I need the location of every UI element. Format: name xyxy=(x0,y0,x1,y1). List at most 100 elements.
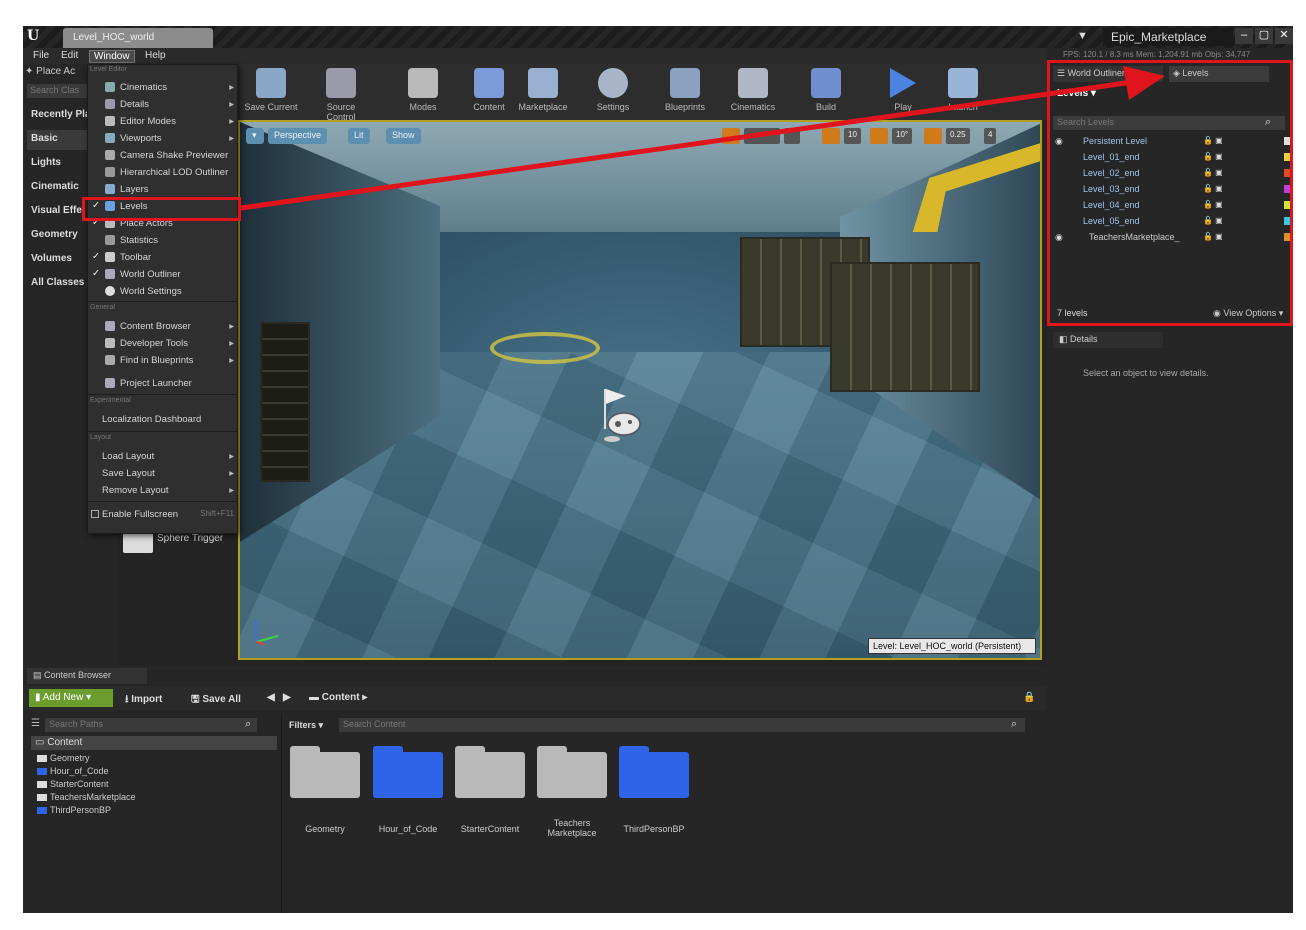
marketplace-button[interactable]: Marketplace xyxy=(513,66,573,118)
rotation-snap-value[interactable]: 10° xyxy=(892,128,913,144)
menu-item-content-browser[interactable]: Content Browser ▸ xyxy=(88,318,237,335)
filters-button[interactable]: Filters ▾ xyxy=(289,720,323,731)
tab-content-browser[interactable]: ▤ Content Browser xyxy=(27,668,147,684)
menu-item-statistics[interactable]: Statistics xyxy=(88,232,237,249)
player-start-icon[interactable] xyxy=(596,384,646,444)
menu-item-load-layout[interactable]: Load Layout ▸ xyxy=(88,448,237,465)
play-icon xyxy=(890,68,916,98)
tree-item[interactable]: Hour_of_Code xyxy=(37,766,109,776)
menu-item-developer-tools[interactable]: Developer Tools ▸ xyxy=(88,335,237,352)
grid-snap-value[interactable]: 10 xyxy=(844,128,861,144)
cinematics-button[interactable]: Cinematics xyxy=(723,66,783,118)
goal-ring xyxy=(490,332,600,364)
perspective-button[interactable]: Perspective xyxy=(268,128,328,144)
fullscreen-checkbox[interactable] xyxy=(91,510,99,518)
content-browser-icon xyxy=(105,321,115,331)
menu-item-label: Hierarchical LOD Outliner xyxy=(120,167,229,178)
tree-item[interactable]: ThirdPersonBP xyxy=(37,805,111,815)
save-all-button[interactable]: 🖫 Save All xyxy=(191,692,241,709)
minimize-button[interactable]: – xyxy=(1235,28,1253,44)
menu-item-details[interactable]: Details ▸ xyxy=(88,96,237,113)
menu-item-layers[interactable]: Layers xyxy=(88,181,237,198)
folder-geometry[interactable] xyxy=(290,746,360,798)
perspective-label: Perspective xyxy=(274,130,322,140)
details-icon xyxy=(105,99,115,109)
build-button[interactable]: Build xyxy=(796,66,856,118)
menu-item-save-layout[interactable]: Save Layout ▸ xyxy=(88,465,237,482)
lit-button[interactable]: Lit xyxy=(348,128,370,144)
search-content-input[interactable]: Search Content xyxy=(339,718,1025,732)
add-new-button[interactable]: ▮ Add New ▾ xyxy=(29,689,113,707)
grid-snap-toggle[interactable] xyxy=(822,128,840,144)
close-button[interactable]: ✕ xyxy=(1275,28,1293,44)
submenu-arrow-icon: ▸ xyxy=(229,451,234,462)
menu-item-toolbar[interactable]: ✓ Toolbar xyxy=(88,249,237,266)
maximize-button[interactable]: ▢ xyxy=(1255,28,1273,44)
level-tab[interactable]: Level_HOC_world xyxy=(63,28,213,48)
path-breadcrumb[interactable]: ▬ Content ▸ xyxy=(309,692,367,703)
sources-toggle-icon[interactable]: ☰ xyxy=(31,718,40,729)
marketplace-filter-icon[interactable]: ▼ xyxy=(1077,30,1088,42)
play-button[interactable]: Play xyxy=(873,66,933,118)
menu-window[interactable]: Window xyxy=(89,50,135,63)
submenu-arrow-icon: ▸ xyxy=(229,355,234,366)
menu-item-find-in-blueprints[interactable]: Find in Blueprints ▸ xyxy=(88,352,237,369)
folder-third-person-bp[interactable] xyxy=(619,746,689,798)
folder-label: Geometry xyxy=(305,824,345,834)
folder-hour-of-code[interactable] xyxy=(373,746,443,798)
tab-label: Details xyxy=(1070,334,1098,344)
rotation-snap-toggle[interactable] xyxy=(870,128,888,144)
launch-button[interactable]: Launch xyxy=(933,66,993,118)
class-search-input[interactable]: Search Clas xyxy=(27,84,87,98)
crate[interactable] xyxy=(830,262,980,392)
menu-help[interactable]: Help xyxy=(141,50,170,63)
save-current-button[interactable]: Save Current xyxy=(241,66,301,118)
show-button[interactable]: Show xyxy=(386,128,421,144)
history-back-button[interactable]: ◀ xyxy=(267,692,275,703)
menu-item-hlod[interactable]: Hierarchical LOD Outliner xyxy=(88,164,237,181)
menu-item-localization-dashboard[interactable]: Localization Dashboard xyxy=(88,411,237,428)
modes-button[interactable]: Modes xyxy=(393,66,453,118)
folder-teachers-marketplace[interactable] xyxy=(537,746,607,798)
tree-root-content[interactable]: ▭ Content xyxy=(31,736,277,750)
tree-item[interactable]: StarterContent xyxy=(37,779,109,789)
sphere-trigger-label[interactable]: Sphere Trigger xyxy=(157,533,223,544)
build-icon xyxy=(811,68,841,98)
menu-item-viewports[interactable]: Viewports ▸ xyxy=(88,130,237,147)
surface-snap-icon[interactable] xyxy=(784,128,800,144)
blueprints-button[interactable]: Blueprints xyxy=(655,66,715,118)
import-button[interactable]: ⭳ Import xyxy=(125,692,162,709)
menu-edit[interactable]: Edit xyxy=(57,50,82,63)
menu-file[interactable]: File xyxy=(29,50,53,63)
viewport-options-button[interactable]: ▾ xyxy=(246,128,264,144)
world-local-toggle[interactable] xyxy=(744,128,780,144)
menu-item-editor-modes[interactable]: Editor Modes ▸ xyxy=(88,113,237,130)
search-paths-input[interactable]: Search Paths xyxy=(45,718,257,732)
scale-snap-value[interactable]: 0.25 xyxy=(946,128,970,144)
menu-item-project-launcher[interactable]: Project Launcher xyxy=(88,375,237,392)
scale-snap-toggle[interactable] xyxy=(924,128,942,144)
lit-label: Lit xyxy=(354,130,364,140)
menu-item-world-settings[interactable]: World Settings xyxy=(88,283,237,300)
menu-item-cinematics[interactable]: Cinematics ▸ xyxy=(88,79,237,96)
menu-item-label: Remove Layout xyxy=(102,485,169,496)
folder-starter-content[interactable] xyxy=(455,746,525,798)
level-viewport[interactable]: ▾ Perspective Lit Show 10 10° 0.25 4 Lev… xyxy=(238,120,1042,660)
camera-speed-value[interactable]: 4 xyxy=(984,128,997,144)
translate-tool-icon[interactable] xyxy=(722,128,740,144)
content-button[interactable]: Content xyxy=(459,66,519,118)
lock-icon[interactable]: 🔒 xyxy=(1023,692,1035,703)
crate[interactable] xyxy=(260,322,310,482)
menu-item-world-outliner[interactable]: ✓ World Outliner xyxy=(88,266,237,283)
source-control-icon xyxy=(326,68,356,98)
tab-details[interactable]: ◧ Details xyxy=(1053,332,1163,348)
menu-item-remove-layout[interactable]: Remove Layout ▸ xyxy=(88,482,237,499)
menu-item-label: World Settings xyxy=(120,286,182,297)
tree-item[interactable]: Geometry xyxy=(37,753,90,763)
settings-button[interactable]: Settings xyxy=(583,66,643,118)
menu-item-camera-shake[interactable]: Camera Shake Previewer xyxy=(88,147,237,164)
menu-item-enable-fullscreen[interactable]: Enable Fullscreen Shift+F11 xyxy=(88,506,237,523)
history-forward-button[interactable]: ▶ xyxy=(283,692,291,703)
tree-item[interactable]: TeachersMarketplace xyxy=(37,792,136,802)
source-control-button[interactable]: Source Control xyxy=(311,66,371,122)
